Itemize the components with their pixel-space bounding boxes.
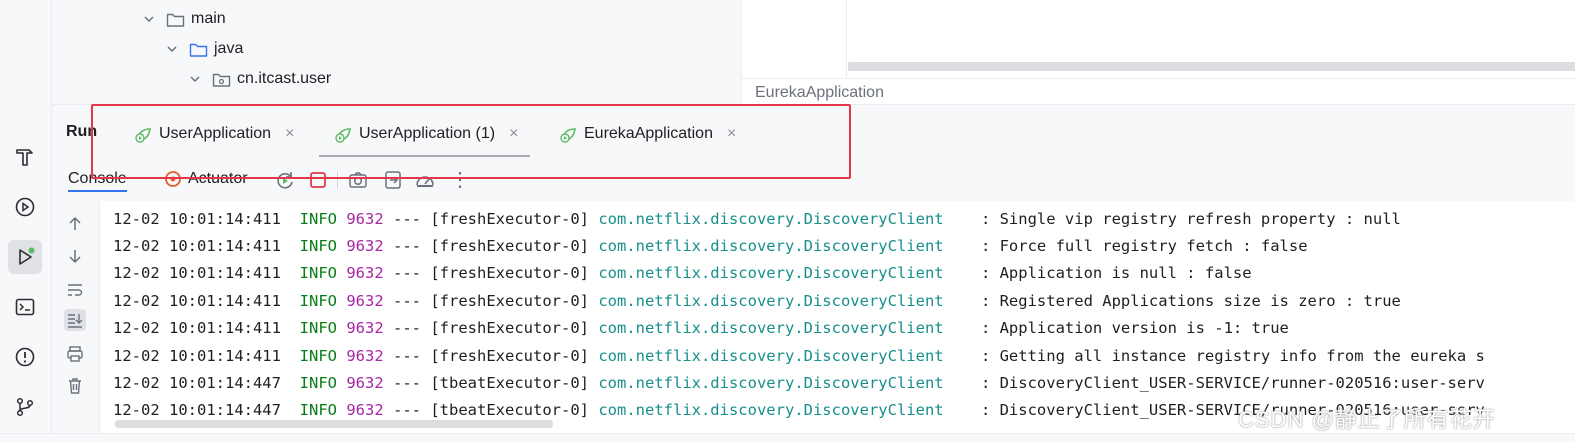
- terminal-tool-button[interactable]: [8, 290, 42, 324]
- editor-area: [741, 0, 1575, 78]
- project-tree: main java cn.itcast.user: [52, 0, 741, 104]
- log-line: 12-02 10:01:14:411 INFO 9632 --- [freshE…: [113, 237, 1308, 255]
- console-horizontal-scrollbar[interactable]: [115, 420, 553, 428]
- soft-wrap-button[interactable]: [64, 279, 86, 301]
- tree-item-label: main: [191, 10, 226, 27]
- editor-horizontal-scrollbar[interactable]: [848, 62, 1575, 71]
- git-tool-button[interactable]: [8, 390, 42, 424]
- highlight-box: [91, 104, 851, 179]
- problems-tool-button[interactable]: [8, 340, 42, 374]
- run-tool-button[interactable]: [8, 240, 42, 274]
- log-line: 12-02 10:01:14:411 INFO 9632 --- [freshE…: [113, 319, 1289, 337]
- build-tool-button[interactable]: [8, 140, 42, 174]
- log-line: 12-02 10:01:14:411 INFO 9632 --- [freshE…: [113, 264, 1252, 282]
- tree-item-label: cn.itcast.user: [237, 70, 332, 87]
- source-folder-icon: [189, 43, 208, 57]
- services-icon: [15, 197, 35, 217]
- run-icon: [19, 247, 35, 265]
- log-line: 12-02 10:01:14:411 INFO 9632 --- [freshE…: [113, 347, 1485, 365]
- trash-icon: [69, 378, 81, 394]
- arrow-up-icon: [69, 216, 81, 230]
- console-side-toolbar: [52, 201, 98, 433]
- scroll-down-button[interactable]: [64, 245, 86, 267]
- git-branch-icon: [16, 397, 34, 417]
- folder-icon: [166, 13, 185, 27]
- chevron-down-icon: [190, 76, 200, 83]
- hammer-icon: [16, 149, 33, 166]
- tree-item-java[interactable]: java: [165, 35, 243, 63]
- arrow-down-icon: [69, 250, 81, 264]
- log-line: 12-02 10:01:14:411 INFO 9632 --- [freshE…: [113, 210, 1401, 228]
- terminal-icon: [15, 298, 35, 316]
- log-line: 12-02 10:01:14:447 INFO 9632 --- [tbeatE…: [113, 374, 1485, 392]
- scroll-to-end-button[interactable]: [64, 309, 86, 331]
- tree-item-label: java: [214, 40, 244, 57]
- chevron-down-icon: [167, 46, 177, 53]
- console-output[interactable]: 12-02 10:01:14:411 INFO 9632 --- [freshE…: [99, 201, 1575, 433]
- tool-window-strip: [0, 0, 52, 441]
- scroll-up-button[interactable]: [64, 213, 86, 235]
- editor-breadcrumb[interactable]: EurekaApplication: [741, 78, 1575, 105]
- tree-item-package[interactable]: cn.itcast.user: [188, 65, 331, 93]
- printer-icon: [67, 346, 83, 362]
- editor-gutter: [742, 0, 847, 78]
- problems-icon: [15, 347, 35, 367]
- print-button[interactable]: [64, 343, 86, 365]
- package-icon: [212, 73, 231, 87]
- services-tool-button[interactable]: [8, 190, 42, 224]
- clear-all-button[interactable]: [64, 375, 86, 397]
- log-line: 12-02 10:01:14:411 INFO 9632 --- [freshE…: [113, 292, 1401, 310]
- watermark: CSDN @静止了所有花开: [1238, 407, 1496, 432]
- scroll-to-end-icon: [68, 314, 83, 328]
- soft-wrap-icon: [68, 284, 83, 296]
- chevron-down-icon: [144, 16, 154, 23]
- tree-item-main[interactable]: main: [142, 5, 226, 33]
